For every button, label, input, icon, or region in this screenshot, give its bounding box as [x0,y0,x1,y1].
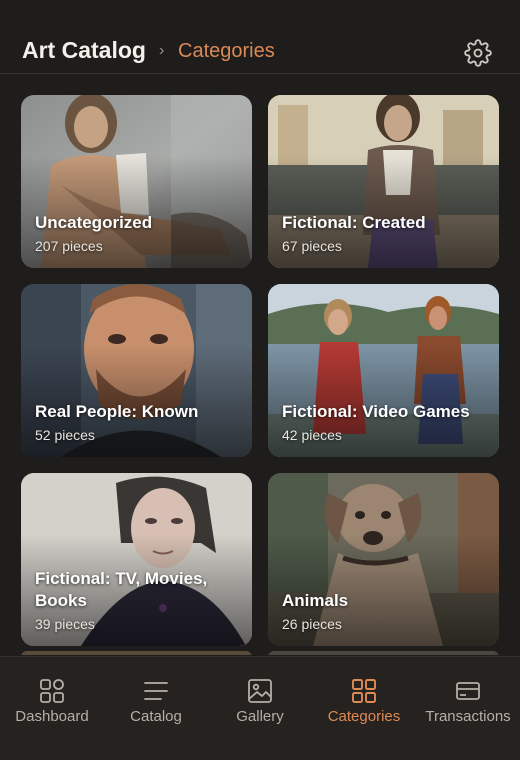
tab-transactions[interactable]: Transactions [416,657,520,760]
category-count: 26 pieces [282,616,342,632]
card-icon [456,682,480,700]
tab-catalog[interactable]: Catalog [104,657,208,760]
category-card-real-people-known[interactable]: Real People: Known 52 pieces [21,284,252,457]
category-card-partial [268,651,499,655]
category-card-partial [21,651,252,655]
breadcrumb-categories[interactable]: Categories [178,40,275,63]
category-count: 39 pieces [35,616,95,632]
tab-label: Dashboard [15,708,89,725]
tab-label: Transactions [425,708,511,725]
category-card-fictional-video-games[interactable]: Fictional: Video Games 42 pieces [268,284,499,457]
category-name: Fictional: Created [282,213,426,232]
tab-label: Gallery [236,708,284,725]
page-title: Art Catalog [22,37,146,63]
category-name: Uncategorized [35,213,153,232]
dashboard-icon [40,679,64,703]
category-name: Real People: Known [35,402,199,421]
image-icon [248,679,272,703]
category-count: 42 pieces [282,427,342,443]
tab-label: Categories [327,708,401,725]
bottom-tab-bar: Dashboard Catalog Gallery Categories Tra… [0,656,520,760]
tab-label: Catalog [130,708,182,725]
tab-categories[interactable]: Categories [312,657,416,760]
category-grid: Uncategorized 207 pieces Fictional: Crea… [21,95,499,655]
breadcrumb-separator: › [159,42,165,59]
app-header: Art Catalog › Categories [0,0,520,74]
category-card-animals[interactable]: Animals 26 pieces [268,473,499,646]
grid-icon [352,679,376,703]
category-count: 67 pieces [282,238,342,254]
category-card-fictional-created[interactable]: Fictional: Created 67 pieces [268,95,499,268]
category-count: 207 pieces [35,238,103,254]
category-name: Animals [282,591,349,610]
category-name: Fictional: TV, Movies, Books [35,569,208,610]
category-name: Fictional: Video Games [282,402,470,421]
category-card-fictional-tv-movies-books[interactable]: Fictional: TV, Movies, Books 39 pieces [21,473,252,646]
category-count: 52 pieces [35,427,95,443]
list-icon [144,682,168,700]
gear-icon[interactable] [464,39,492,67]
tab-dashboard[interactable]: Dashboard [0,657,104,760]
settings-button[interactable] [463,38,493,68]
tab-gallery[interactable]: Gallery [208,657,312,760]
category-card-uncategorized[interactable]: Uncategorized 207 pieces [21,95,252,268]
